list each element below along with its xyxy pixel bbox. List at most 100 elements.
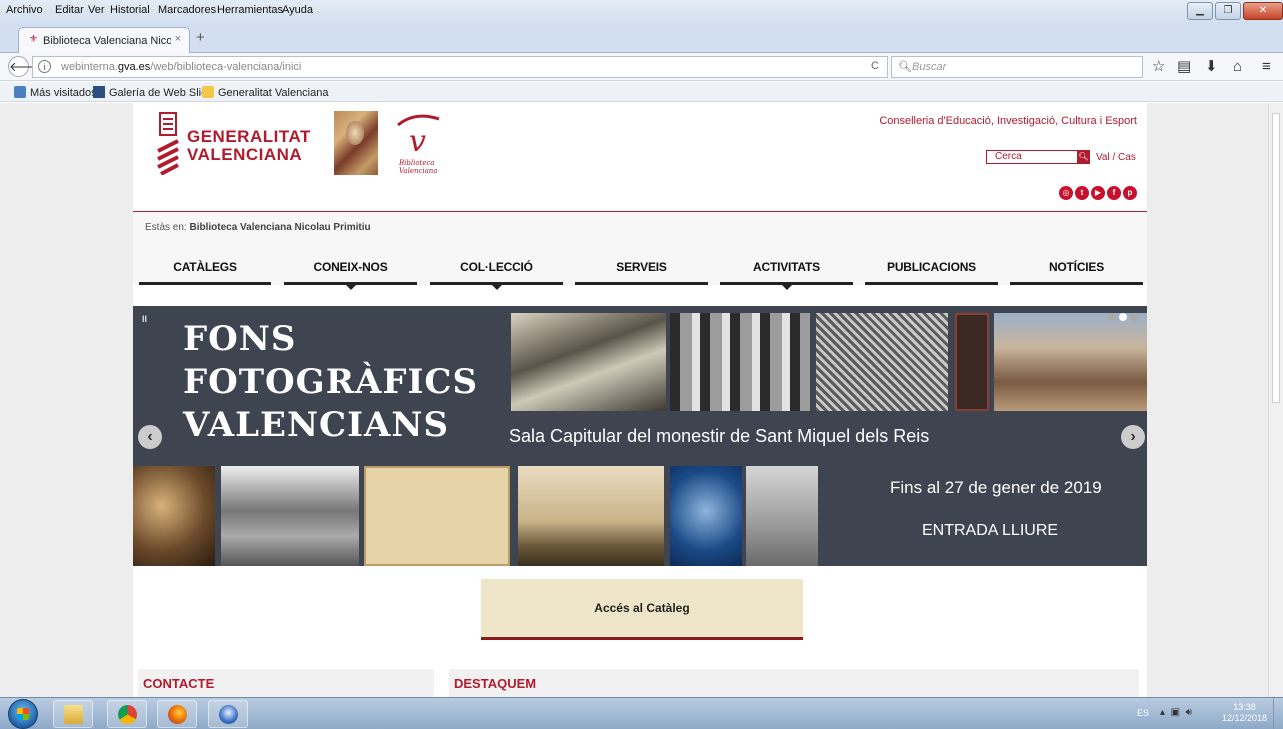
nav-colleccio[interactable]: COL·LECCIÓ <box>430 259 563 290</box>
window-controls: ▁ ❐ ✕ <box>1187 2 1283 22</box>
banner-subtitle: Sala Capitular del monestir de Sant Miqu… <box>509 426 930 446</box>
slider-prev-arrow-icon[interactable]: ‹ <box>138 425 162 449</box>
slider-next-arrow-icon[interactable]: › <box>1121 425 1145 449</box>
nav-publicacions[interactable]: PUBLICACIONS <box>865 259 998 285</box>
bookmark-web-slice[interactable]: Galería de Web Slice <box>93 86 213 99</box>
menu-ayuda[interactable]: Ayuda <box>282 4 313 16</box>
start-button[interactable] <box>8 699 38 729</box>
bookmark-star-icon[interactable]: ☆ <box>1152 59 1165 74</box>
menu-historial[interactable]: Historial <box>110 4 150 16</box>
home-icon[interactable]: ⌂ <box>1233 59 1242 74</box>
site-search-input[interactable]: Cerca 🔍︎ <box>986 150 1090 164</box>
bv-text-valenciana: Valenciana <box>399 167 438 175</box>
downloads-icon[interactable]: ⬇ <box>1205 59 1218 74</box>
vertical-scrollbar[interactable] <box>1268 103 1283 697</box>
system-tray-icons[interactable]: ▴ ▣ 🔊︎ <box>1160 707 1192 718</box>
menu-ver[interactable]: Ver <box>88 4 105 16</box>
pause-icon[interactable]: II <box>142 314 147 324</box>
tab-bar: ⚜ Biblioteca Valenciana Nicol... × + <box>0 22 1283 53</box>
thunderbird-taskbar-button[interactable] <box>208 700 248 728</box>
generalitat-logo[interactable]: GENERALITAT VALENCIANA <box>157 111 310 175</box>
hero-slider[interactable]: II FONS FOTOGRÀFICS VALENCIANS Sala Capi… <box>133 306 1147 566</box>
input-language[interactable]: ES <box>1137 708 1149 718</box>
youtube-icon[interactable]: ▶ <box>1091 186 1105 200</box>
url-bar[interactable]: i webinterna.gva.es/web/biblioteca-valen… <box>32 56 888 78</box>
bookmarks-menu-icon[interactable]: ▤ <box>1177 59 1191 74</box>
section-heading: CONTACTE <box>143 676 215 691</box>
show-desktop-button[interactable] <box>1273 698 1283 729</box>
destaquem-section: DESTAQUEM <box>449 669 1139 697</box>
menu-editar[interactable]: Editar <box>55 4 84 16</box>
twitter-icon[interactable]: t <box>1075 186 1089 200</box>
nav-activitats[interactable]: ACTIVITATS <box>720 259 853 290</box>
folder-icon <box>14 86 26 98</box>
film-strip-photo-image <box>955 313 989 411</box>
breadcrumb-current[interactable]: Biblioteca Valenciana Nicolau Primitiu <box>189 222 370 233</box>
menu-marcadores[interactable]: Marcadores <box>158 4 216 16</box>
instagram-icon[interactable]: ◎ <box>1059 186 1073 200</box>
language-switch[interactable]: Val / Cas <box>1096 152 1136 163</box>
maximize-button[interactable]: ❐ <box>1215 2 1241 20</box>
nav-coneix-nos[interactable]: CONEIX-NOS <box>284 259 417 290</box>
window-close-button[interactable]: ✕ <box>1243 2 1283 20</box>
slider-dot[interactable] <box>1108 313 1116 321</box>
landscape-photo-image <box>994 313 1147 411</box>
banner-title-line: FONS <box>183 319 297 359</box>
pinterest-icon[interactable]: p <box>1123 186 1137 200</box>
slider-dot[interactable] <box>1130 313 1138 321</box>
sailboat-photo-image <box>746 466 818 566</box>
clock[interactable]: 13:38 12/12/2018 <box>1222 702 1267 724</box>
bv-emblem-icon: v <box>397 114 440 159</box>
nav-noticies[interactable]: NOTÍCIES <box>1010 259 1143 285</box>
nav-serveis[interactable]: SERVEIS <box>575 259 708 285</box>
banner-entry: ENTRADA LLIURE <box>922 522 1059 539</box>
breadcrumb-prefix: Estàs en: <box>145 222 187 233</box>
bookmark-generalitat[interactable]: Generalitat Valenciana <box>202 86 328 99</box>
banner-title-line: VALENCIANS <box>183 405 449 445</box>
street-building-photo-image <box>221 466 359 566</box>
folder-icon <box>202 86 214 98</box>
thunderbird-icon <box>219 705 238 724</box>
catalog-access-button[interactable]: Accés al Catàleg <box>481 579 803 640</box>
aerial-city-photo-image <box>816 313 948 411</box>
contacte-section: CONTACTE <box>138 669 434 697</box>
scrollbar-thumb[interactable] <box>1272 113 1280 403</box>
site-info-icon[interactable]: i <box>38 60 51 73</box>
minimize-button[interactable]: ▁ <box>1187 2 1213 20</box>
menu-archivo[interactable]: Archivo <box>6 4 43 16</box>
conselleria-link[interactable]: Conselleria d'Educació, Investigació, Cu… <box>879 115 1137 127</box>
bookmark-mas-visitados[interactable]: Más visitados <box>14 86 97 99</box>
slider-dot[interactable] <box>1119 313 1127 321</box>
tab-close-icon[interactable]: × <box>175 33 181 45</box>
site-search-button[interactable]: 🔍︎ <box>1077 150 1090 164</box>
search-input[interactable]: 🔍︎ Buscar <box>891 56 1143 78</box>
site-search-label: Cerca <box>995 151 1022 162</box>
file-explorer-taskbar-button[interactable] <box>53 700 93 728</box>
biblioteca-valenciana-logo[interactable]: v Biblioteca Valenciana <box>395 111 445 175</box>
nav-catalegs[interactable]: CATÀLEGS <box>139 259 271 285</box>
generalitat-text: GENERALITAT <box>187 127 311 146</box>
hamburger-menu-icon[interactable]: ≡ <box>1262 59 1271 74</box>
back-button[interactable]: 🡐 <box>8 56 44 77</box>
taskbar: ES ▴ ▣ 🔊︎ 13:38 12/12/2018 <box>0 697 1283 729</box>
new-tab-button[interactable]: + <box>196 30 205 45</box>
folder-icon <box>64 705 83 724</box>
browser-tab[interactable]: ⚜ Biblioteca Valenciana Nicol... × <box>18 27 190 53</box>
url-text: webinterna.gva.es/web/biblioteca-valenci… <box>61 61 302 73</box>
facebook-icon[interactable]: f <box>1107 186 1121 200</box>
bookmarks-bar: Más visitados Galería de Web Slice Gener… <box>0 82 1283 102</box>
menu-herramientas[interactable]: Herramientas <box>217 4 283 16</box>
child-blue-photo-image <box>670 466 742 566</box>
section-heading: DESTAQUEM <box>454 676 537 691</box>
firefox-taskbar-button[interactable] <box>157 700 197 728</box>
valenciana-text: VALENCIANA <box>187 145 303 164</box>
dropdown-caret-icon <box>345 285 356 290</box>
main-nav: CATÀLEGS CONEIX-NOS COL·LECCIÓ SERVEIS A… <box>133 247 1147 290</box>
chrome-taskbar-button[interactable] <box>107 700 147 728</box>
menu-bar: Archivo Editar Ver Historial Marcadores … <box>0 0 1283 22</box>
reload-icon[interactable]: C <box>871 60 879 72</box>
banner-title-line: FOTOGRÀFICS <box>183 362 479 402</box>
crowd-photo-image <box>518 466 664 566</box>
children-portrait-photo-image <box>133 466 215 566</box>
firefox-icon <box>168 705 187 724</box>
